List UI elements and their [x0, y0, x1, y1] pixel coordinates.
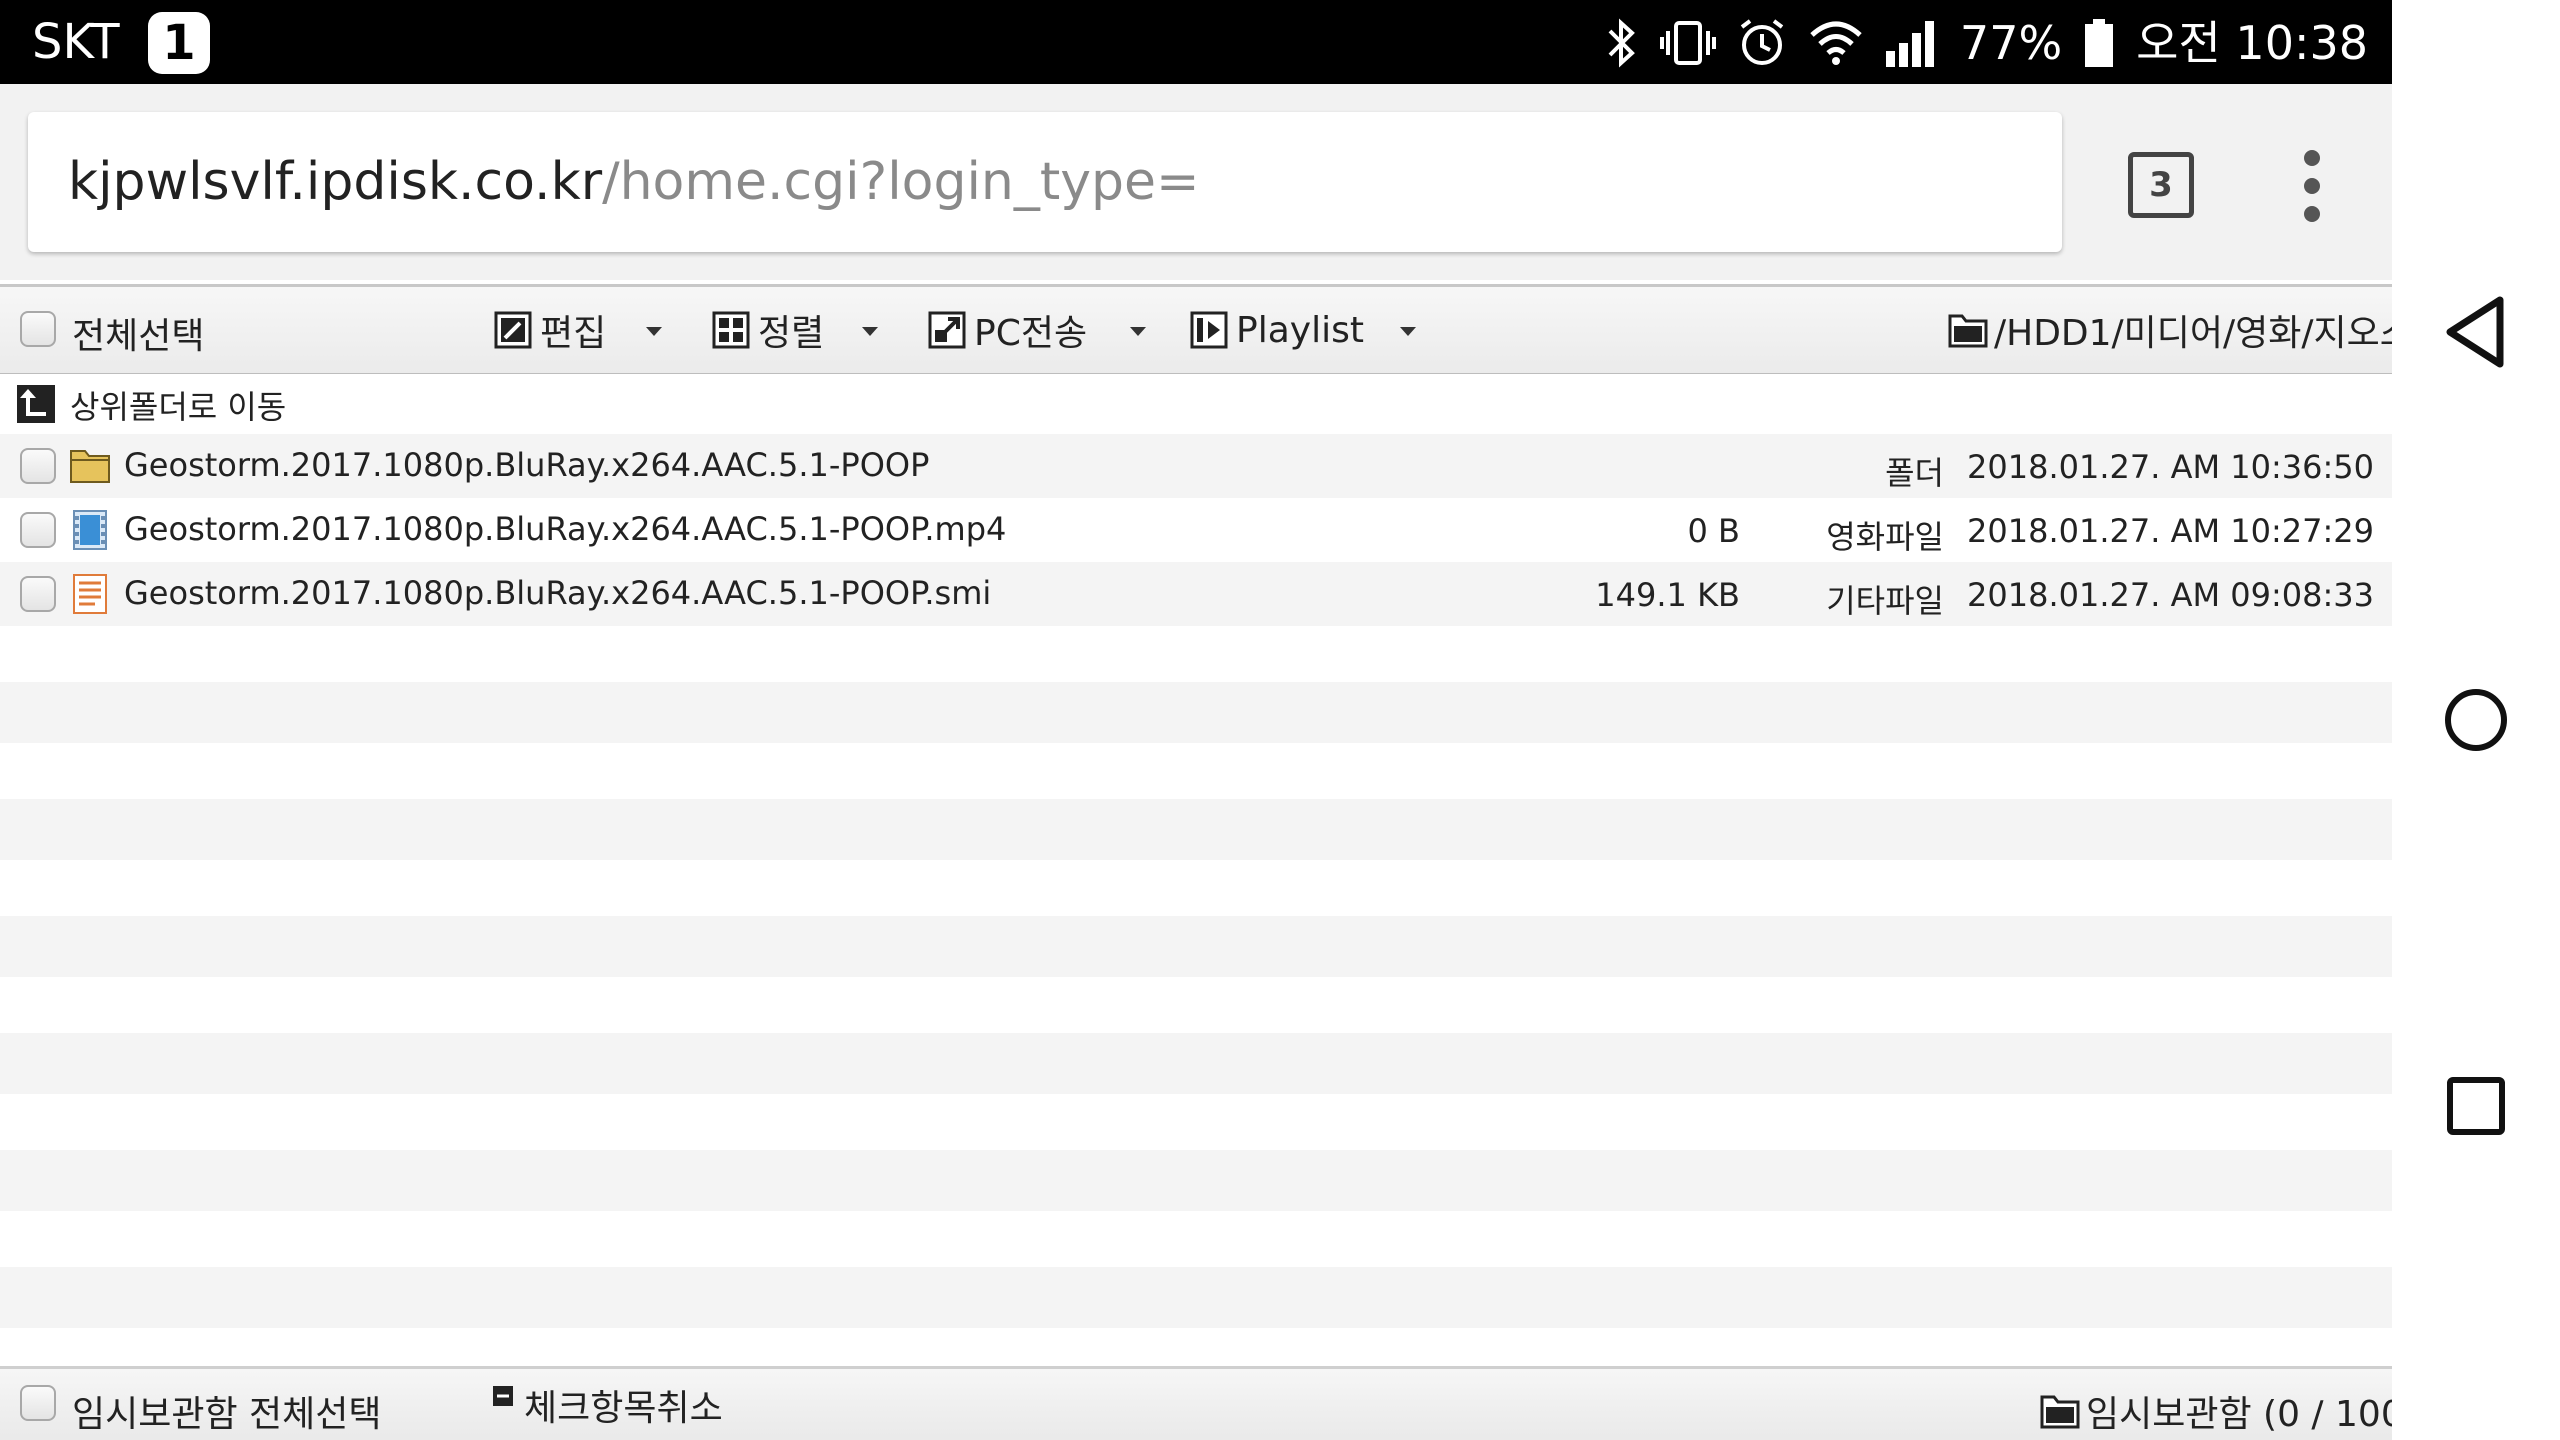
select-all-label[interactable]: 전체선택: [72, 307, 204, 359]
temp-select-all-label[interactable]: 임시보관함 전체선택: [72, 1385, 382, 1437]
parent-folder-icon: [17, 385, 55, 423]
parent-folder-row[interactable]: 상위폴더로 이동: [0, 374, 2392, 434]
status-icons: 77% 오전 10:38: [1604, 8, 2368, 78]
sort-icon: [712, 311, 750, 349]
edit-button[interactable]: 편집: [494, 307, 607, 354]
wifi-icon: [1808, 17, 1864, 69]
tab-switcher-button[interactable]: 3: [2128, 152, 2194, 218]
sort-dropdown-icon[interactable]: [862, 327, 878, 336]
home-button[interactable]: [2434, 678, 2518, 762]
sort-label: 정렬: [758, 313, 825, 354]
sort-button[interactable]: 정렬: [712, 307, 825, 354]
file-row[interactable]: Geostorm.2017.1080p.BluRay.x264.AAC.5.1-…: [0, 562, 2392, 626]
file-list: Geostorm.2017.1080p.BluRay.x264.AAC.5.1-…: [0, 434, 2392, 626]
temp-storage-icon: [2040, 1395, 2080, 1429]
edit-dropdown-icon[interactable]: [646, 327, 662, 336]
row-checkbox[interactable]: [20, 448, 56, 484]
battery-percent: 77%: [1959, 16, 2063, 70]
bluetooth-icon: [1604, 17, 1640, 69]
url-path: /home.cgi?login_type=: [602, 152, 1200, 212]
edit-label: 편집: [540, 313, 607, 354]
overflow-menu-icon[interactable]: [2296, 150, 2328, 222]
status-bar: SKT 1 77% 오전 10:38: [0, 0, 2392, 84]
clock: 오전 10:38: [2136, 16, 2368, 70]
recent-apps-button[interactable]: [2434, 1064, 2518, 1148]
folder-path-icon: [1948, 314, 1988, 348]
navigation-bar: [2392, 0, 2560, 1440]
select-all-checkbox[interactable]: [20, 311, 56, 347]
video-file-icon: [73, 510, 107, 550]
home-icon: [2445, 689, 2507, 751]
battery-icon: [2082, 17, 2116, 69]
temp-storage-bar: 임시보관함 전체선택 체크항목취소 임시보관함 (0 / 1000: [0, 1366, 2392, 1440]
playlist-icon: [1190, 311, 1228, 349]
edit-icon: [494, 311, 532, 349]
path-label: /HDD1/미디어/영화/지오스: [1994, 313, 2392, 354]
playlist-label: Playlist: [1236, 309, 1364, 351]
browser-toolbar: kjpwlsvlf.ipdisk.co.kr/home.cgi?login_ty…: [0, 84, 2392, 280]
folder-icon: [70, 450, 110, 483]
carrier-label: SKT: [32, 14, 120, 70]
vibrate-icon: [1659, 17, 1716, 69]
url-host: kjpwlsvlf.ipdisk.co.kr: [68, 152, 603, 212]
pc-transfer-dropdown-icon[interactable]: [1130, 327, 1146, 336]
temp-storage-label: 임시보관함 (0 / 1000: [2086, 1394, 2392, 1435]
file-name[interactable]: Geostorm.2017.1080p.BluRay.x264.AAC.5.1-…: [124, 446, 929, 484]
pc-transfer-label: PC전송: [974, 313, 1088, 354]
parent-folder-label: 상위폴더로 이동: [70, 388, 287, 426]
file-row[interactable]: Geostorm.2017.1080p.BluRay.x264.AAC.5.1-…: [0, 498, 2392, 562]
file-type: 폴더: [1885, 454, 1944, 492]
file-row[interactable]: Geostorm.2017.1080p.BluRay.x264.AAC.5.1-…: [0, 434, 2392, 498]
signal-icon: [1884, 17, 1940, 69]
playlist-dropdown-icon[interactable]: [1400, 327, 1416, 336]
file-date: 2018.01.27. AM 10:27:29: [1967, 512, 2374, 550]
row-checkbox[interactable]: [20, 576, 56, 612]
temp-select-all-checkbox[interactable]: [20, 1385, 56, 1421]
notification-badge: 1: [148, 12, 210, 74]
address-bar[interactable]: kjpwlsvlf.ipdisk.co.kr/home.cgi?login_ty…: [28, 112, 2062, 252]
file-date: 2018.01.27. AM 10:36:50: [1967, 448, 2374, 486]
uncheck-button[interactable]: 체크항목취소: [524, 1379, 723, 1431]
back-icon: [2446, 296, 2504, 368]
file-date: 2018.01.27. AM 09:08:33: [1967, 576, 2374, 614]
browser-window: SKT 1 77% 오전 10:38 kjpwlsvlf.ipdisk.co.k…: [0, 0, 2392, 1440]
back-button[interactable]: [2434, 290, 2518, 374]
pc-transfer-button[interactable]: PC전송: [928, 307, 1088, 354]
file-size: 149.1 KB: [1595, 576, 1740, 614]
file-type: 영화파일: [1826, 518, 1944, 556]
file-toolbar: 전체선택 편집 정렬 PC전송 Playlist /HDD1/미디어/영화/지오…: [0, 284, 2392, 376]
recent-apps-icon: [2447, 1077, 2505, 1135]
current-path: /HDD1/미디어/영화/지오스: [1948, 307, 2392, 354]
temp-storage-button[interactable]: 임시보관함 (0 / 1000: [2040, 1385, 2392, 1437]
pc-transfer-icon: [928, 311, 966, 349]
row-checkbox[interactable]: [20, 512, 56, 548]
playlist-button[interactable]: Playlist: [1190, 307, 1364, 353]
text-file-icon: [73, 574, 107, 614]
file-type: 기타파일: [1826, 582, 1944, 620]
file-name[interactable]: Geostorm.2017.1080p.BluRay.x264.AAC.5.1-…: [124, 510, 1006, 548]
url-text[interactable]: kjpwlsvlf.ipdisk.co.kr/home.cgi?login_ty…: [68, 112, 1200, 252]
file-name[interactable]: Geostorm.2017.1080p.BluRay.x264.AAC.5.1-…: [124, 574, 991, 612]
empty-list-area: [0, 626, 2392, 1366]
uncheck-icon: [493, 1386, 513, 1406]
file-size: 0 B: [1687, 512, 1740, 550]
alarm-icon: [1736, 17, 1788, 69]
